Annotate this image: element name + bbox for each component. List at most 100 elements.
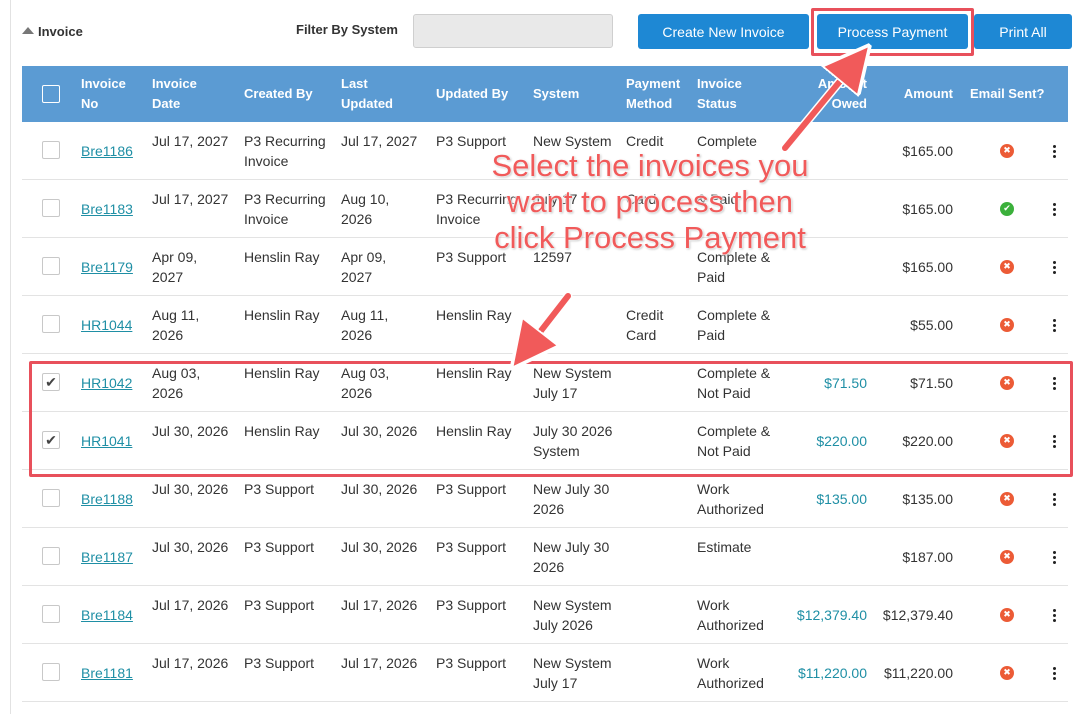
row-checkbox[interactable]: [42, 663, 60, 681]
cell-invoice-date: Apr 09, 2027: [152, 249, 198, 285]
cell-updated-by: P3 Support: [436, 133, 507, 149]
x-circle-icon: ✖: [1000, 434, 1014, 448]
process-payment-button[interactable]: Process Payment: [817, 14, 968, 49]
col-amount[interactable]: Amount: [883, 84, 953, 104]
cell-payment-method: Credit: [626, 133, 664, 149]
kebab-menu-icon[interactable]: [1049, 257, 1059, 277]
kebab-menu-icon[interactable]: [1049, 489, 1059, 509]
invoice-link[interactable]: HR1042: [81, 373, 132, 393]
filter-system-input[interactable]: [413, 14, 613, 48]
checkmark-icon: ✔: [45, 373, 57, 390]
cell-system: New System July 2026: [533, 597, 612, 633]
kebab-menu-icon[interactable]: [1049, 373, 1059, 393]
cell-invoice-status: & Paid: [697, 191, 739, 207]
cell-invoice-status: Work Authorized: [697, 655, 764, 691]
table-row: Bre1183 Jul 17, 2027 P3 Recurring Invoice A…: [22, 180, 1068, 238]
invoice-link[interactable]: Bre1184: [81, 605, 133, 625]
row-checkbox[interactable]: [42, 315, 60, 333]
cell-last-updated: Jul 17, 2027: [341, 133, 418, 149]
row-checkbox[interactable]: [42, 547, 60, 565]
cell-invoice-status: Complete & Not Paid: [697, 365, 771, 401]
row-checkbox[interactable]: ✔: [42, 431, 60, 449]
x-circle-icon: ✖: [1000, 492, 1014, 506]
invoice-link[interactable]: HR1044: [81, 315, 132, 335]
cell-updated-by: Henslin Ray: [436, 365, 512, 381]
print-all-button[interactable]: Print All: [974, 14, 1072, 49]
row-checkbox[interactable]: [42, 489, 60, 507]
cell-invoice-status: Estimate: [697, 539, 752, 555]
cell-updated-by: Henslin Ray: [436, 307, 512, 323]
row-checkbox[interactable]: [42, 199, 60, 217]
cell-last-updated: Jul 17, 2026: [341, 597, 418, 613]
row-checkbox[interactable]: [42, 257, 60, 275]
cell-created-by: P3 Support: [244, 597, 315, 613]
cell-amount: $11,220.00: [883, 665, 953, 681]
cell-invoice-status: Work Authorized: [697, 481, 764, 517]
cell-last-updated: Aug 03, 2026: [341, 365, 390, 401]
col-payment-method[interactable]: Payment Method: [626, 74, 688, 114]
cell-amount-owed[interactable]: $71.50: [767, 373, 867, 393]
cell-system: New System July 17: [533, 655, 612, 691]
cell-amount-owed[interactable]: $220.00: [767, 431, 867, 451]
select-all-checkbox[interactable]: [42, 85, 60, 103]
table-row: Bre1184 Jul 17, 2026 P3 Support Jul 17, 202…: [22, 586, 1068, 644]
invoice-link[interactable]: Bre1181: [81, 663, 133, 683]
cell-invoice-status: Complete & Not Paid: [697, 423, 771, 459]
kebab-menu-icon[interactable]: [1049, 547, 1059, 567]
cell-updated-by: P3 Recurring Invoice: [436, 191, 518, 227]
checkmark-icon: ✔: [45, 431, 57, 448]
invoice-link[interactable]: Bre1188: [81, 489, 133, 509]
cell-updated-by: P3 Support: [436, 539, 507, 555]
cell-amount-owed[interactable]: $12,379.40: [767, 605, 867, 625]
col-invoice-no[interactable]: Invoice No: [81, 74, 133, 114]
cell-invoice-date: Jul 30, 2026: [152, 481, 229, 497]
col-amount-owed[interactable]: Amount Owed: [797, 74, 867, 114]
invoice-section-toggle[interactable]: Invoice: [22, 24, 83, 39]
invoice-link[interactable]: HR1041: [81, 431, 132, 451]
cell-last-updated: Jul 17, 2026: [341, 655, 418, 671]
col-system[interactable]: System: [533, 84, 603, 104]
row-checkbox[interactable]: ✔: [42, 373, 60, 391]
table-row: ✔ HR1042 Aug 03, 2026 Henslin Ray Aug 03, 20…: [22, 354, 1068, 412]
cell-created-by: P3 Recurring Invoice: [244, 191, 326, 227]
cell-created-by: Henslin Ray: [244, 249, 320, 265]
col-invoice-date[interactable]: Invoice Date: [152, 74, 212, 114]
table-row: Bre1181 Jul 17, 2026 P3 Support Jul 17, 202…: [22, 644, 1068, 702]
cell-amount: $55.00: [910, 317, 953, 333]
cell-created-by: P3 Recurring Invoice: [244, 133, 326, 169]
filter-label: Filter By System: [296, 22, 398, 37]
kebab-menu-icon[interactable]: [1049, 315, 1059, 335]
table-row: Bre1186 Jul 17, 2027 P3 Recurring Invoice J…: [22, 122, 1068, 180]
row-checkbox[interactable]: [42, 141, 60, 159]
kebab-menu-icon[interactable]: [1049, 141, 1059, 161]
invoice-link[interactable]: Bre1187: [81, 547, 133, 567]
cell-amount: $165.00: [902, 143, 953, 159]
table-row: ✔ HR1041 Jul 30, 2026 Henslin Ray Jul 30, 20…: [22, 412, 1068, 470]
x-circle-icon: ✖: [1000, 260, 1014, 274]
cell-amount: $71.50: [910, 375, 953, 391]
x-circle-icon: ✖: [1000, 318, 1014, 332]
create-invoice-button[interactable]: Create New Invoice: [638, 14, 809, 49]
kebab-menu-icon[interactable]: [1049, 605, 1059, 625]
kebab-menu-icon[interactable]: [1049, 431, 1059, 451]
invoice-link[interactable]: Bre1183: [81, 199, 133, 219]
cell-amount-owed[interactable]: $11,220.00: [767, 663, 867, 683]
cell-amount-owed[interactable]: $135.00: [767, 489, 867, 509]
cell-amount: $220.00: [902, 433, 953, 449]
col-last-updated[interactable]: Last Updated: [341, 74, 401, 114]
cell-payment-method: Card: [626, 191, 657, 207]
check-circle-icon: ✔: [1000, 202, 1014, 216]
kebab-menu-icon[interactable]: [1049, 199, 1059, 219]
invoice-link[interactable]: Bre1186: [81, 141, 133, 161]
kebab-menu-icon[interactable]: [1049, 663, 1059, 683]
section-title: Invoice: [38, 24, 83, 39]
col-updated-by[interactable]: Updated By: [436, 84, 526, 104]
x-circle-icon: ✖: [1000, 376, 1014, 390]
col-email-sent[interactable]: Email Sent?: [970, 84, 1062, 104]
col-created-by[interactable]: Created By: [244, 84, 334, 104]
invoice-link[interactable]: Bre1179: [81, 257, 133, 277]
cell-payment-method: Credit Card: [626, 307, 664, 343]
row-checkbox[interactable]: [42, 605, 60, 623]
col-invoice-status[interactable]: Invoice Status: [697, 74, 757, 114]
cell-last-updated: Jul 30, 2026: [341, 481, 418, 497]
